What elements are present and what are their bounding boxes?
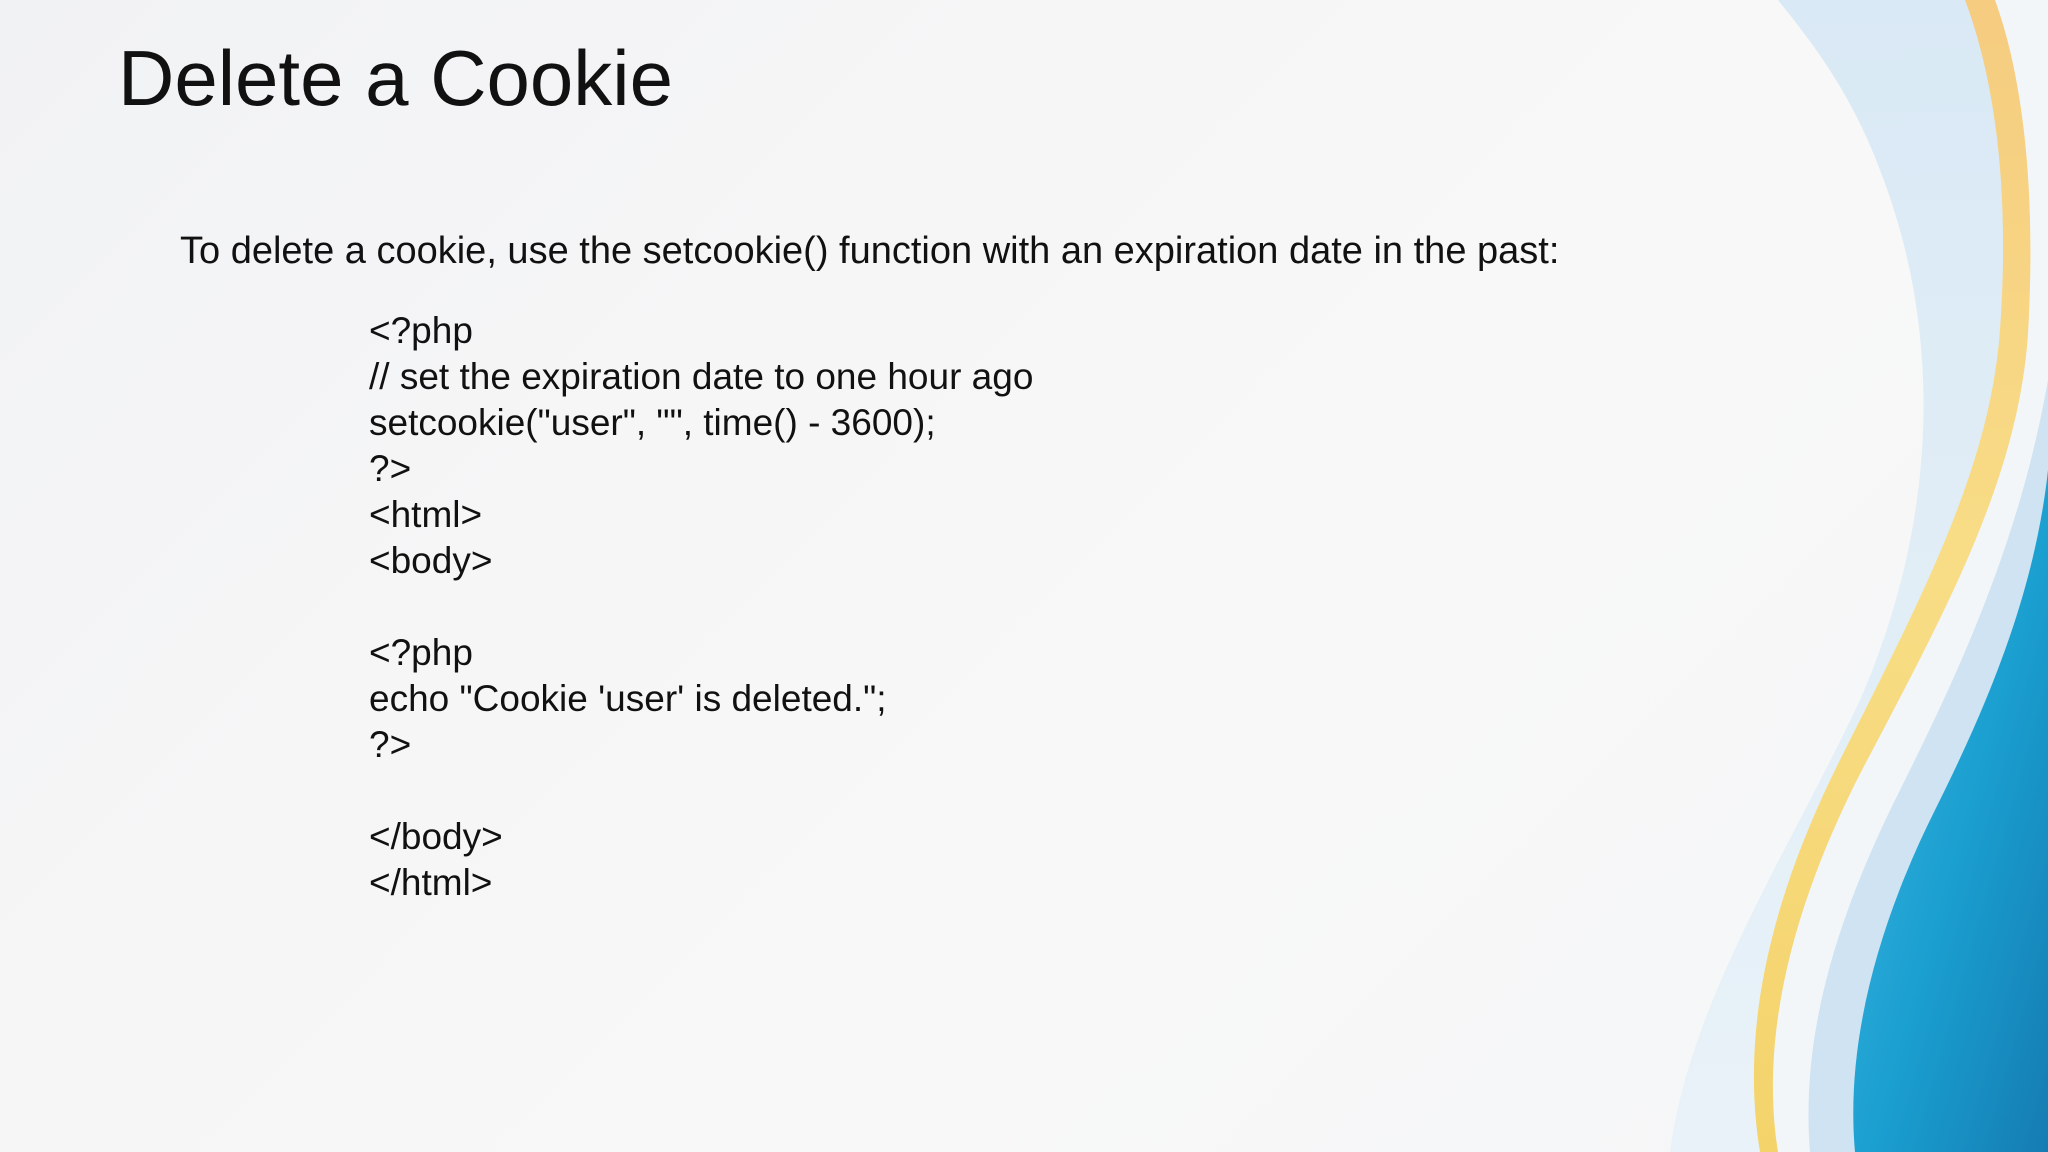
code-line: echo "Cookie 'user' is deleted."; bbox=[369, 678, 887, 719]
code-line: // set the expiration date to one hour a… bbox=[369, 356, 1034, 397]
code-line: <html> bbox=[369, 494, 483, 535]
code-line: </html> bbox=[369, 862, 493, 903]
code-block: <?php // set the expiration date to one … bbox=[369, 308, 1033, 906]
code-line: <body> bbox=[369, 540, 493, 581]
code-line: setcookie("user", "", time() - 3600); bbox=[369, 402, 936, 443]
code-line: <?php bbox=[369, 632, 473, 673]
code-line: ?> bbox=[369, 724, 412, 765]
slide-title: Delete a Cookie bbox=[118, 34, 673, 122]
code-line: </body> bbox=[369, 816, 503, 857]
intro-text: To delete a cookie, use the setcookie() … bbox=[180, 230, 1560, 272]
slide: Delete a Cookie To delete a cookie, use … bbox=[0, 0, 2048, 1152]
code-line: ?> bbox=[369, 448, 412, 489]
code-line: <?php bbox=[369, 310, 473, 351]
